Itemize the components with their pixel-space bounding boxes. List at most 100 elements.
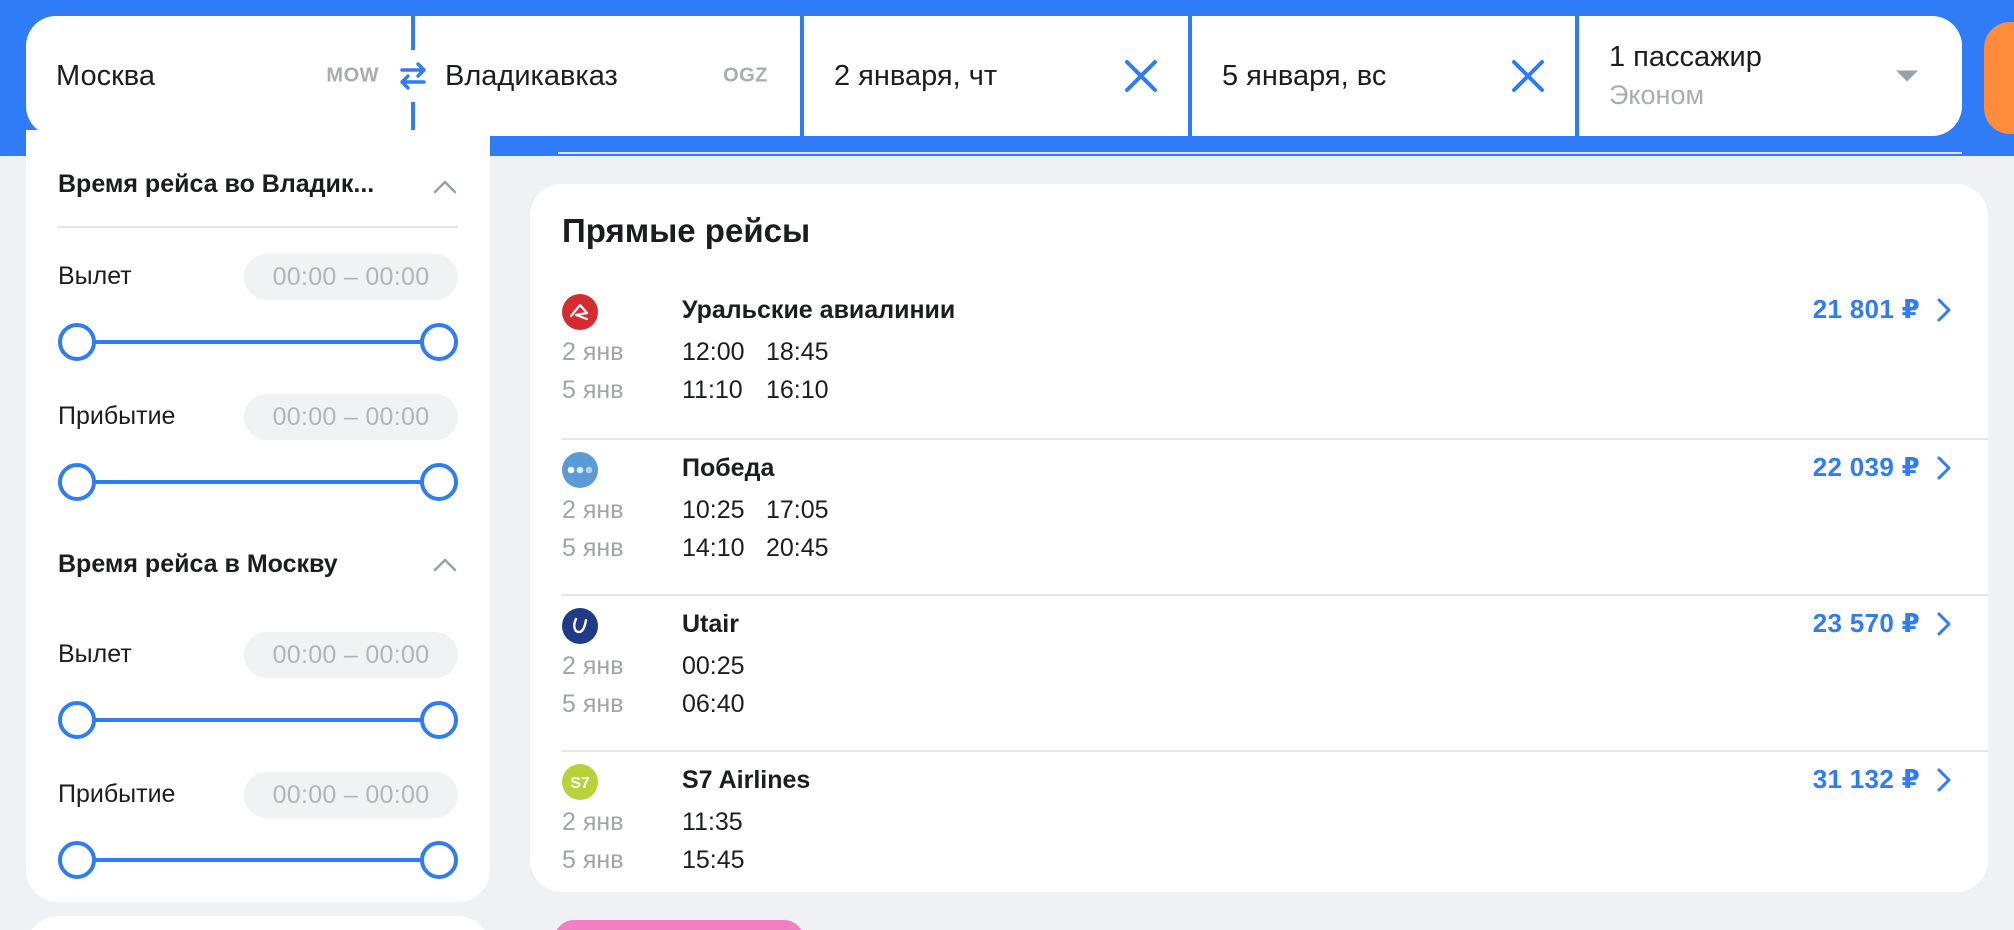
departure-time-slider[interactable] bbox=[58, 700, 458, 740]
leg-date: 2 янв bbox=[562, 337, 624, 366]
origin-city: Москва bbox=[56, 59, 156, 92]
slider-handle-max[interactable] bbox=[420, 701, 458, 739]
swap-cities-button[interactable] bbox=[387, 50, 439, 102]
flight-leg-outbound: 2 янв 11:35 bbox=[562, 806, 766, 838]
flight-row[interactable]: Utair 23 570 ₽ 2 янв 00:25 5 янв 06:40 bbox=[562, 594, 1988, 750]
chevron-down-icon bbox=[1896, 70, 1918, 82]
price-button[interactable]: 21 801 ₽ bbox=[1813, 294, 1954, 325]
leg-date: 5 янв bbox=[562, 845, 624, 874]
price-button[interactable]: 31 132 ₽ bbox=[1813, 764, 1954, 795]
airline-name: Utair bbox=[682, 610, 739, 638]
return-date-field[interactable]: 5 января, вс bbox=[1188, 16, 1575, 136]
clear-depart-date-icon[interactable] bbox=[1122, 57, 1160, 95]
slider-handle-min[interactable] bbox=[58, 701, 96, 739]
search-button[interactable] bbox=[1984, 22, 2014, 134]
price: 31 132 ₽ bbox=[1812, 764, 1920, 794]
leg-date: 5 янв bbox=[562, 533, 624, 562]
price-button[interactable]: 22 039 ₽ bbox=[1813, 452, 1954, 483]
airline-logo-icon: S7 bbox=[562, 764, 598, 800]
flight-leg-outbound: 2 янв 10:25 17:05 bbox=[562, 494, 829, 526]
departure-time: 00:25 bbox=[682, 651, 745, 680]
chevron-right-icon bbox=[1937, 298, 1951, 321]
direct-flights-card: Прямые рейсы Уральские авиалинии 21 801 … bbox=[530, 184, 1988, 892]
arrival-time: 20:45 bbox=[766, 533, 829, 562]
departure-time: 10:25 bbox=[682, 495, 745, 524]
leg-date: 2 янв bbox=[562, 651, 624, 680]
section-title: Прямые рейсы bbox=[562, 212, 811, 249]
filter-group-title-return[interactable]: Время рейса в Москву bbox=[58, 550, 338, 579]
departure-time: 06:40 bbox=[682, 689, 745, 718]
arrival-time: 16:10 bbox=[766, 375, 829, 404]
slider-track bbox=[76, 858, 440, 862]
return-date: 5 января, вс bbox=[1222, 59, 1387, 92]
flight-row[interactable]: Уральские авиалинии 21 801 ₽ 2 янв 12:00… bbox=[562, 282, 1988, 438]
cabin-class: Эконом bbox=[1609, 80, 1705, 110]
flight-leg-outbound: 2 янв 12:00 18:45 bbox=[562, 336, 829, 368]
flight-leg-return: 5 янв 06:40 bbox=[562, 688, 766, 720]
departure-time: 11:10 bbox=[682, 375, 743, 404]
filter-group-title-outbound[interactable]: Время рейса во Владик... bbox=[58, 170, 374, 199]
svg-text:S7: S7 bbox=[570, 775, 590, 792]
price: 22 039 ₽ bbox=[1812, 452, 1920, 482]
slider-handle-min[interactable] bbox=[58, 463, 96, 501]
passengers-field[interactable]: 1 пассажир Эконом bbox=[1575, 16, 1962, 136]
chevron-up-icon[interactable] bbox=[432, 174, 458, 200]
chevron-right-icon bbox=[1937, 768, 1951, 791]
chevron-right-icon bbox=[1937, 612, 1951, 635]
arrival-time: 18:45 bbox=[766, 337, 829, 366]
price-button[interactable]: 23 570 ₽ bbox=[1813, 608, 1954, 639]
airline-logo-icon bbox=[562, 608, 598, 644]
time-filters-panel: Время рейса во Владик... Вылет 00:00 – 0… bbox=[26, 130, 490, 902]
flight-leg-return: 5 янв 15:45 bbox=[562, 844, 766, 876]
divider bbox=[58, 226, 458, 228]
arrival-time-slider[interactable] bbox=[58, 462, 458, 502]
departure-time: 14:10 bbox=[682, 533, 745, 562]
promo-chip[interactable] bbox=[554, 920, 804, 930]
divider bbox=[558, 152, 1962, 154]
airline-name: Победа bbox=[682, 454, 775, 482]
flight-row[interactable]: S7 S7 Airlines 31 132 ₽ 2 янв 11:35 5 ян… bbox=[562, 750, 1988, 906]
slider-handle-max[interactable] bbox=[420, 841, 458, 879]
slider-handle-max[interactable] bbox=[420, 463, 458, 501]
slider-track bbox=[76, 718, 440, 722]
depart-date: 2 января, чт bbox=[834, 59, 998, 92]
clear-return-date-icon[interactable] bbox=[1509, 57, 1547, 95]
search-form: Москва MOW Владикавказ OGZ 2 января, чт … bbox=[26, 16, 1962, 136]
leg-date: 2 янв bbox=[562, 495, 624, 524]
depart-date-field[interactable]: 2 января, чт bbox=[800, 16, 1188, 136]
departure-time: 11:35 bbox=[682, 807, 743, 836]
chevron-right-icon bbox=[1937, 456, 1951, 479]
destination-city: Владикавказ bbox=[445, 59, 618, 92]
arrival-time-slider[interactable] bbox=[58, 840, 458, 880]
arrival-label: Прибытие bbox=[58, 402, 176, 430]
arrival-time-range: 00:00 – 00:00 bbox=[244, 394, 458, 440]
chevron-up-icon[interactable] bbox=[432, 552, 458, 578]
leg-date: 5 янв bbox=[562, 375, 624, 404]
destination-field[interactable]: Владикавказ OGZ bbox=[411, 16, 800, 136]
passengers-summary: 1 пассажир Эконом bbox=[1609, 38, 1762, 114]
departure-label: Вылет bbox=[58, 262, 132, 290]
flight-leg-return: 5 янв 11:10 16:10 bbox=[562, 374, 829, 406]
departure-time-slider[interactable] bbox=[58, 322, 458, 362]
destination-iata: OGZ bbox=[723, 64, 768, 87]
passenger-count: 1 пассажир bbox=[1609, 41, 1762, 73]
next-filter-card bbox=[26, 916, 490, 930]
flight-row[interactable]: Победа 22 039 ₽ 2 янв 10:25 17:05 5 янв … bbox=[562, 438, 1988, 594]
airline-name: S7 Airlines bbox=[682, 766, 811, 794]
airline-logo-icon bbox=[562, 294, 598, 330]
arrival-time: 17:05 bbox=[766, 495, 829, 524]
origin-iata: MOW bbox=[326, 64, 379, 87]
price: 23 570 ₽ bbox=[1812, 608, 1920, 638]
departure-time-range: 00:00 – 00:00 bbox=[244, 632, 458, 678]
origin-field[interactable]: Москва MOW bbox=[26, 16, 411, 136]
leg-date: 5 янв bbox=[562, 689, 624, 718]
arrival-time-range: 00:00 – 00:00 bbox=[244, 772, 458, 818]
slider-track bbox=[76, 480, 440, 484]
airline-logo-icon bbox=[562, 452, 598, 488]
arrival-label: Прибытие bbox=[58, 780, 176, 808]
slider-handle-min[interactable] bbox=[58, 841, 96, 879]
slider-handle-min[interactable] bbox=[58, 323, 96, 361]
swap-arrows-icon bbox=[400, 62, 426, 90]
departure-time: 15:45 bbox=[682, 845, 745, 874]
slider-handle-max[interactable] bbox=[420, 323, 458, 361]
